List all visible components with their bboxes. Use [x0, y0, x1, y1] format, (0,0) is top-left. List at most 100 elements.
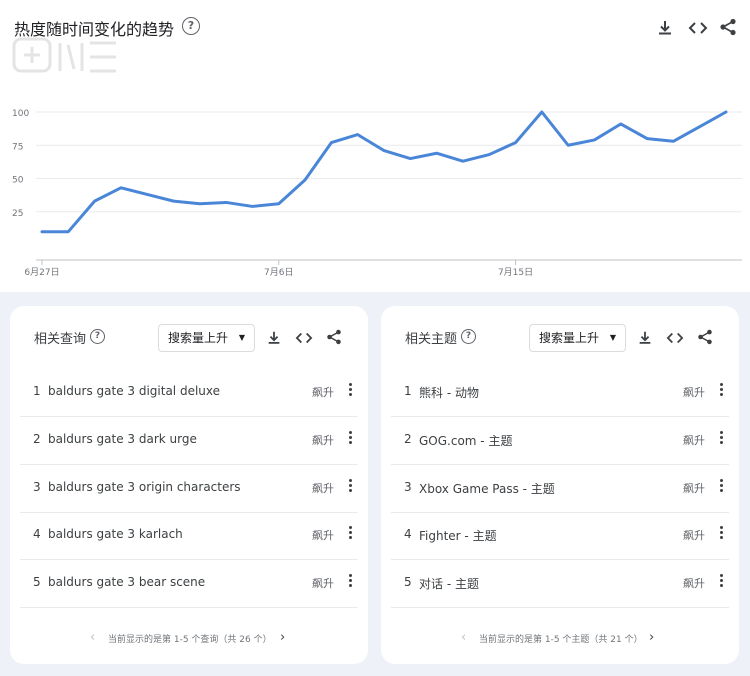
- share-icon[interactable]: [697, 329, 713, 345]
- sort-dropdown[interactable]: 搜索量上升 ▼: [158, 324, 256, 352]
- data-point[interactable]: [277, 202, 280, 205]
- data-point[interactable]: [645, 137, 649, 140]
- chevron-right-icon[interactable]: ›: [649, 630, 654, 645]
- data-point[interactable]: [488, 153, 491, 156]
- topic-label[interactable]: 对话 - 主题: [419, 575, 479, 592]
- series-line: [40, 110, 728, 234]
- list-item[interactable]: 4 Fighter - 主题 飙升: [391, 512, 729, 560]
- data-point[interactable]: [67, 230, 70, 233]
- x-tick-label: 7月15日: [498, 267, 533, 278]
- y-tick-label: 100: [12, 109, 29, 119]
- y-tick-label: 25: [12, 209, 23, 219]
- more-vert-icon[interactable]: [348, 431, 352, 447]
- data-point[interactable]: [93, 199, 96, 203]
- data-point[interactable]: [303, 178, 307, 182]
- download-icon[interactable]: [266, 330, 282, 346]
- query-label[interactable]: baldurs gate 3 digital deluxe: [48, 384, 220, 398]
- data-point[interactable]: [461, 160, 465, 163]
- data-point[interactable]: [409, 157, 412, 160]
- data-point[interactable]: [40, 230, 44, 233]
- card-title: 相关主题: [405, 332, 458, 347]
- download-icon[interactable]: [656, 19, 674, 37]
- embed-icon[interactable]: [295, 330, 313, 346]
- trend-value: 飙升: [683, 577, 705, 590]
- data-point[interactable]: [698, 125, 701, 128]
- list-item[interactable]: 5 baldurs gate 3 bear scene 飙升: [20, 560, 358, 608]
- data-point[interactable]: [514, 141, 517, 144]
- list-item[interactable]: 1 baldurs gate 3 digital deluxe 飙升: [20, 369, 358, 417]
- download-icon[interactable]: [637, 330, 653, 346]
- data-point[interactable]: [382, 149, 386, 152]
- topic-label[interactable]: 熊科 - 动物: [419, 384, 479, 401]
- data-point[interactable]: [119, 186, 123, 190]
- pagination-text: 当前显示的是第 1-5 个查询（共 26 个）: [108, 635, 272, 645]
- data-point[interactable]: [146, 193, 149, 196]
- data-point[interactable]: [224, 201, 228, 204]
- query-label[interactable]: baldurs gate 3 bear scene: [48, 575, 205, 589]
- query-label[interactable]: baldurs gate 3 karlach: [48, 527, 183, 541]
- list-item[interactable]: 2 GOG.com - 主题 飙升: [391, 417, 729, 465]
- query-label[interactable]: baldurs gate 3 dark urge: [48, 432, 197, 446]
- data-point[interactable]: [435, 152, 438, 155]
- topic-label[interactable]: Xbox Game Pass - 主题: [419, 480, 555, 497]
- chevron-left-icon[interactable]: ‹: [90, 630, 95, 645]
- embed-icon[interactable]: [666, 330, 684, 346]
- data-point[interactable]: [356, 133, 359, 136]
- trend-value: 飙升: [312, 386, 334, 399]
- topic-label[interactable]: GOG.com - 主题: [419, 432, 512, 449]
- share-icon[interactable]: [326, 329, 342, 345]
- data-point[interactable]: [540, 110, 544, 114]
- more-vert-icon[interactable]: [348, 574, 352, 590]
- more-vert-icon[interactable]: [719, 383, 723, 399]
- more-vert-icon[interactable]: [719, 526, 723, 542]
- topic-label[interactable]: Fighter - 主题: [419, 527, 497, 544]
- trend-line-chart: 25 50 75 100 6月27日 7月6日 7月15日: [12, 109, 742, 278]
- caret-down-icon: ▼: [238, 333, 246, 342]
- share-icon[interactable]: [719, 18, 737, 36]
- list-item[interactable]: 3 baldurs gate 3 origin characters 飙升: [20, 465, 358, 513]
- data-point[interactable]: [566, 144, 570, 147]
- list-item[interactable]: 2 baldurs gate 3 dark urge 飙升: [20, 417, 358, 465]
- related-queries-card: 相关查询 ? 搜索量上升 ▼ 1 baldurs gate 3 digital …: [10, 306, 368, 664]
- list-item[interactable]: 4 baldurs gate 3 karlach 飙升: [20, 512, 358, 560]
- query-label[interactable]: baldurs gate 3 origin characters: [48, 480, 241, 494]
- trend-value: 飙升: [683, 529, 705, 542]
- data-point[interactable]: [330, 141, 333, 144]
- trend-value: 飙升: [683, 386, 705, 399]
- data-point[interactable]: [198, 202, 202, 205]
- dropdown-label: 搜索量上升: [539, 331, 600, 345]
- list-item[interactable]: 1 熊科 - 动物 飙升: [391, 369, 729, 417]
- help-icon[interactable]: ?: [461, 329, 476, 344]
- list-item[interactable]: 3 Xbox Game Pass - 主题 飙升: [391, 465, 729, 513]
- list-item[interactable]: 5 对话 - 主题 飙升: [391, 560, 729, 608]
- more-vert-icon[interactable]: [719, 479, 723, 495]
- trend-value: 飙升: [312, 482, 334, 495]
- trend-section: 热度随时间变化的趋势 ? 25 50 75 100 6月27日 7月6日 7月15日: [0, 0, 750, 292]
- pagination-text: 当前显示的是第 1-5 个主题（共 21 个）: [479, 635, 643, 645]
- data-point[interactable]: [619, 122, 622, 126]
- more-vert-icon[interactable]: [348, 526, 352, 542]
- card-title: 相关查询: [34, 332, 87, 347]
- data-point[interactable]: [724, 110, 728, 114]
- data-point[interactable]: [172, 199, 175, 203]
- help-icon[interactable]: ?: [90, 329, 105, 344]
- rank-number: 4: [33, 527, 41, 541]
- more-vert-icon[interactable]: [348, 479, 352, 495]
- data-point[interactable]: [593, 138, 596, 142]
- more-vert-icon[interactable]: [348, 383, 352, 399]
- chevron-right-icon[interactable]: ›: [280, 630, 285, 645]
- rank-number: 3: [404, 480, 412, 494]
- sort-dropdown[interactable]: 搜索量上升 ▼: [529, 324, 627, 352]
- rank-number: 3: [33, 480, 41, 494]
- data-point[interactable]: [672, 140, 675, 143]
- more-vert-icon[interactable]: [719, 574, 723, 590]
- data-point[interactable]: [251, 205, 254, 208]
- help-icon[interactable]: ?: [182, 17, 200, 35]
- trend-value: 飙升: [683, 482, 705, 495]
- embed-icon[interactable]: [688, 19, 708, 37]
- y-tick-label: 50: [12, 176, 24, 186]
- rank-number: 1: [33, 384, 41, 398]
- more-vert-icon[interactable]: [719, 431, 723, 447]
- chevron-left-icon[interactable]: ‹: [461, 630, 466, 645]
- y-tick-label: 75: [12, 142, 23, 152]
